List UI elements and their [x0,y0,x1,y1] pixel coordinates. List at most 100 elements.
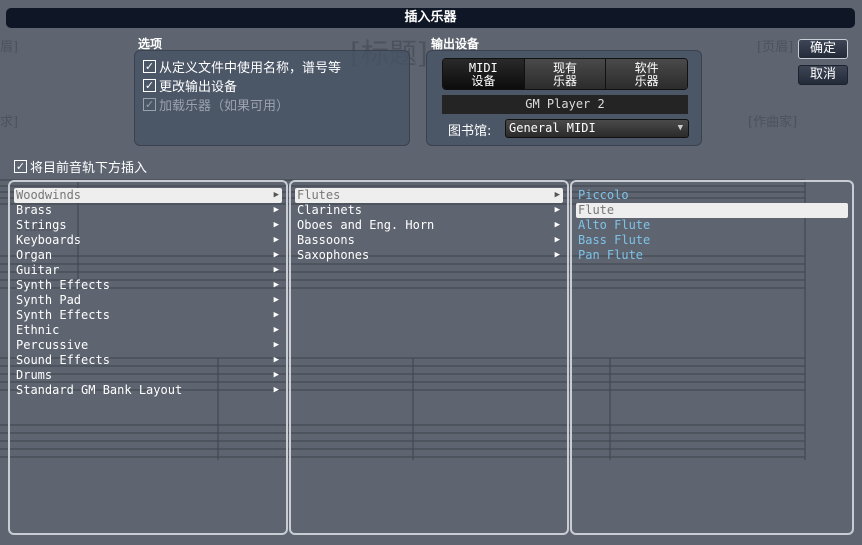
tab-line: 乐器 [634,74,659,88]
category-item[interactable]: Strings ▶ [14,218,282,233]
bg-header-left: 眉] [0,40,19,55]
submenu-arrow-icon: ▶ [273,310,279,320]
category-item[interactable]: Synth Pad ▶ [14,293,282,308]
item-label: Alto Flute [578,218,651,232]
item-label: Strings [16,218,67,232]
tab-midi-device[interactable]: MIDI 设备 [443,59,524,89]
instrument-item[interactable]: Piccolo [576,188,848,203]
item-label: Clarinets [297,203,363,217]
item-label: Oboes and Eng. Horn [297,218,435,232]
item-label: Flutes [297,188,341,202]
item-label: Pan Flute [578,248,644,262]
options-group: ✓ 从定义文件中使用名称，谱号等 ✓ 更改输出设备 ✓ 加载乐器（如果可用） [134,50,410,146]
item-label: Synth Effects [16,278,110,292]
category-item[interactable]: Guitar ▶ [14,263,282,278]
submenu-arrow-icon: ▶ [273,220,279,230]
change-output-device-checkbox[interactable]: ✓ 更改输出设备 [143,76,341,95]
cancel-button[interactable]: 取消 [798,65,848,85]
tab-line: 设备 [471,74,496,88]
item-label: Standard GM Bank Layout [16,383,183,397]
submenu-arrow-icon: ▶ [273,235,279,245]
item-label: Percussive [16,338,89,352]
submenu-arrow-icon: ▶ [273,280,279,290]
chevron-down-icon: ▼ [677,123,683,133]
checkbox-icon: ✓ [14,160,27,173]
category-item[interactable]: Drums ▶ [14,368,282,383]
item-label: Woodwinds [16,188,82,202]
subcategory-panel: Flutes ▶ Clarinets ▶ Oboes and Eng. Horn ▶ Bas… [289,180,569,535]
submenu-arrow-icon: ▶ [273,265,279,275]
category-item[interactable]: Brass ▶ [14,203,282,218]
item-label: Keyboards [16,233,82,247]
item-label: Piccolo [578,188,629,202]
submenu-arrow-icon: ▶ [273,250,279,260]
library-label: 图书馆: [448,124,492,139]
item-label: Saxophones [297,248,370,262]
tab-existing-instruments[interactable]: 现有 乐器 [523,59,606,89]
submenu-arrow-icon: ▶ [554,205,560,215]
bg-header-right: [页眉] [757,40,794,55]
bg-left-text: 求] [0,115,19,130]
subcategory-item[interactable]: Saxophones ▶ [295,248,563,263]
item-label: Ethnic [16,323,60,337]
subcategory-item[interactable]: Clarinets ▶ [295,203,563,218]
load-instruments-checkbox: ✓ 加载乐器（如果可用） [143,95,341,114]
subcategory-item[interactable]: Bassoons ▶ [295,233,563,248]
instrument-item[interactable]: Alto Flute [576,218,848,233]
submenu-arrow-icon: ▶ [273,370,279,380]
tab-software-instruments[interactable]: 软件 乐器 [605,59,687,89]
instrument-item[interactable]: Pan Flute [576,248,848,263]
instrument-panel: Piccolo Flute Alto Flute Bass Flute Pan Flut… [570,180,854,535]
submenu-arrow-icon: ▶ [273,190,279,200]
category-item[interactable]: Synth Effects ▶ [14,308,282,323]
library-value: General MIDI [509,121,596,135]
instrument-item[interactable]: Bass Flute [576,233,848,248]
device-type-tabs: MIDI 设备 现有 乐器 软件 乐器 [442,58,688,90]
checkbox-icon: ✓ [143,79,156,92]
item-label: Organ [16,248,53,262]
item-label: Flute [578,203,615,217]
use-definition-names-checkbox[interactable]: ✓ 从定义文件中使用名称，谱号等 [143,57,341,76]
item-label: Drums [16,368,53,382]
device-name: GM Player 2 [442,95,688,114]
category-item[interactable]: Organ ▶ [14,248,282,263]
subcategory-item[interactable]: Oboes and Eng. Horn ▶ [295,218,563,233]
submenu-arrow-icon: ▶ [554,235,560,245]
category-item[interactable]: Sound Effects ▶ [14,353,282,368]
item-label: Bass Flute [578,233,651,247]
item-label: Bassoons [297,233,355,247]
submenu-arrow-icon: ▶ [273,340,279,350]
checkbox-label: 更改输出设备 [159,80,238,95]
item-label: Brass [16,203,53,217]
submenu-arrow-icon: ▶ [554,220,560,230]
submenu-arrow-icon: ▶ [273,355,279,365]
output-group: MIDI 设备 现有 乐器 软件 乐器 GM Player 2 图书馆: Genera… [426,50,702,146]
category-item[interactable]: Standard GM Bank Layout ▶ [14,383,282,398]
checkbox-label: 将目前音轨下方插入 [30,161,148,176]
category-item[interactable]: Ethnic ▶ [14,323,282,338]
item-label: Synth Effects [16,308,110,322]
category-item[interactable]: Synth Effects ▶ [14,278,282,293]
subcategory-item[interactable]: Flutes ▶ [295,188,563,203]
checkbox-label: 加载乐器（如果可用） [159,99,290,114]
category-item[interactable]: Percussive ▶ [14,338,282,353]
submenu-arrow-icon: ▶ [273,325,279,335]
category-item[interactable]: Keyboards ▶ [14,233,282,248]
ok-button[interactable]: 确定 [798,39,848,59]
item-label: Guitar [16,263,60,277]
instrument-item[interactable]: Flute [576,203,848,218]
bg-composer: [作曲家] [748,115,798,130]
item-label: Sound Effects [16,353,110,367]
checkbox-icon: ✓ [143,98,156,111]
checkbox-label: 从定义文件中使用名称，谱号等 [159,61,342,76]
submenu-arrow-icon: ▶ [273,205,279,215]
submenu-arrow-icon: ▶ [554,190,560,200]
item-label: Synth Pad [16,293,82,307]
submenu-arrow-icon: ▶ [554,250,560,260]
submenu-arrow-icon: ▶ [273,385,279,395]
insert-below-checkbox[interactable]: ✓ 将目前音轨下方插入 [14,157,147,176]
category-item[interactable]: Woodwinds ▶ [14,188,282,203]
tab-line: 乐器 [553,74,578,88]
library-select[interactable]: General MIDI ▼ [505,119,689,138]
category-panel: Woodwinds ▶ Brass ▶ Strings ▶ Keyboards ▶ Organ ▶… [8,180,288,535]
